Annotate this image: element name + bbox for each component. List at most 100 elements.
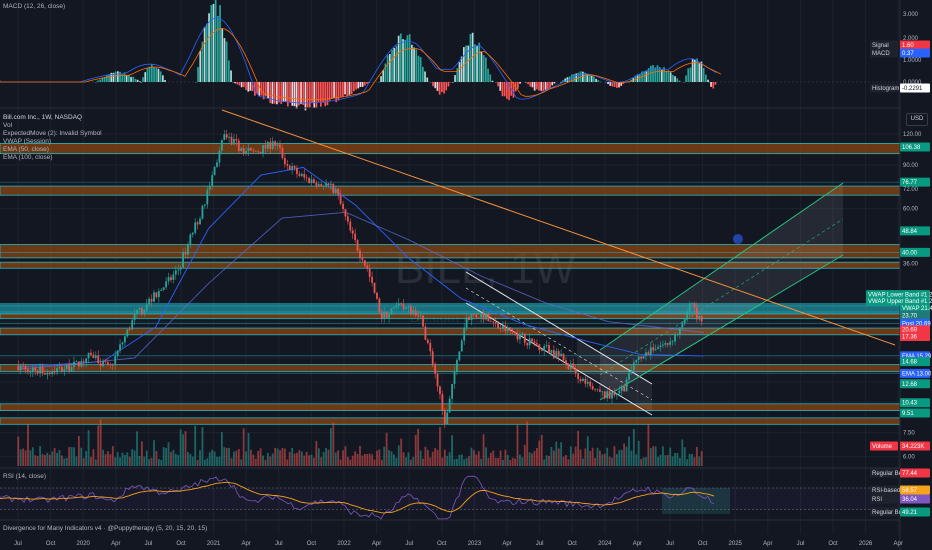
volume-bar: [53, 447, 56, 466]
volume-bar: [385, 432, 388, 466]
candle-body: [662, 344, 664, 346]
indicator-legend-3[interactable]: VWAP (Session): [3, 138, 51, 146]
volume-bar: [34, 455, 37, 466]
volume-bar: [191, 456, 194, 466]
candle-body: [574, 368, 577, 374]
candle-body: [361, 257, 364, 261]
volume-bar: [308, 455, 310, 466]
candle-body: [288, 165, 291, 170]
sr-zone[interactable]: [0, 185, 901, 196]
candle-body: [615, 393, 618, 396]
histogram-bar: [495, 82, 497, 83]
volume-bar: [477, 451, 480, 466]
candle-body: [647, 352, 650, 355]
candle-body: [174, 270, 177, 275]
candle-body: [640, 356, 643, 359]
currency-button[interactable]: USD: [906, 113, 928, 126]
candle-body: [351, 230, 354, 234]
indicator-legend-5[interactable]: EMA (100, close): [3, 154, 53, 162]
volume-bar: [184, 431, 187, 466]
candle-body: [451, 383, 453, 399]
candle-body: [463, 327, 466, 341]
candle-body: [206, 189, 209, 205]
candle-body: [29, 371, 32, 373]
candle-body: [119, 344, 121, 351]
candle-body: [208, 186, 211, 190]
histogram-bar: [485, 57, 487, 82]
volume-bar: [77, 436, 80, 466]
volume-bar: [216, 456, 218, 466]
volume-bar: [662, 446, 664, 466]
candle-body: [606, 391, 609, 399]
candle-body: [179, 267, 182, 270]
candle-body: [538, 344, 541, 351]
volume-bar: [332, 422, 335, 466]
volume-bar: [36, 455, 39, 466]
candle-body: [695, 307, 698, 320]
volume-bar: [637, 440, 640, 466]
histogram-bar: [538, 82, 540, 91]
volume-bar: [468, 456, 470, 466]
sr-zone[interactable]: [0, 142, 901, 155]
volume-bar: [24, 450, 27, 466]
sr-zone[interactable]: [0, 327, 901, 336]
volume-bar: [92, 449, 95, 466]
candle-body: [293, 166, 296, 168]
value-tag-text: 106.38: [902, 145, 921, 151]
histogram-bar: [533, 82, 536, 91]
volume-bar: [652, 446, 655, 466]
volume-bar: [305, 452, 308, 466]
volume-bar: [436, 449, 439, 466]
time-axis-label: Oct: [437, 541, 447, 547]
time-axis-label: Jul: [14, 541, 22, 547]
volume-bar: [339, 459, 342, 466]
vwap-band[interactable]: [0, 302, 900, 315]
volume-bar: [206, 458, 209, 466]
histogram-bar: [249, 82, 252, 91]
histogram-bar: [389, 53, 391, 82]
rsi-legend[interactable]: RSI (14, close): [3, 473, 46, 481]
candle-body: [191, 232, 194, 235]
candle-body: [669, 341, 672, 345]
candle-body: [75, 361, 78, 362]
value-tag-text: Signal: [872, 43, 889, 49]
volume-bar: [565, 455, 567, 466]
indicator-legend-1[interactable]: Vol: [3, 122, 12, 130]
chart-canvas[interactable]: BILL, 1W Bill.com Inc. 3.0002.0001.00000…: [0, 0, 932, 550]
histogram-bar: [400, 33, 402, 82]
histogram-bar: [531, 82, 534, 88]
volume-bar: [460, 454, 463, 466]
volume-bar: [603, 453, 606, 466]
candle-body: [630, 369, 633, 373]
time-axis-label: Apr: [372, 541, 381, 547]
sr-zone[interactable]: [0, 364, 901, 373]
indicator-legend-2[interactable]: ExpectedMove (2): Invalid Symbol: [3, 130, 102, 138]
symbol-legend[interactable]: Bill.com Inc., 1W, NASDAQ: [3, 114, 82, 122]
macd-legend[interactable]: MACD (12, 26, close): [3, 3, 65, 11]
volume-bar: [138, 455, 141, 466]
candle-body: [240, 148, 243, 152]
histogram-bar: [553, 82, 556, 84]
candle-body: [111, 364, 114, 366]
candle-body: [252, 150, 255, 152]
histogram-bar: [436, 82, 439, 91]
histogram-bar: [238, 82, 241, 86]
histogram-bar: [652, 65, 654, 82]
volume-bar: [68, 447, 71, 466]
volume-bar: [337, 450, 340, 466]
candle-body: [250, 148, 252, 151]
candle-body: [376, 292, 378, 299]
histogram-bar: [271, 82, 274, 104]
indicator-legend-4[interactable]: EMA (50, close): [3, 146, 49, 154]
histogram-bar: [302, 82, 305, 105]
volume-bar: [383, 446, 386, 466]
volume-bar: [414, 434, 417, 466]
candle-body: [225, 134, 228, 138]
candle-body: [596, 389, 599, 391]
volume-bar: [550, 447, 553, 466]
histogram-bar: [382, 70, 385, 82]
volume-bar: [686, 459, 689, 466]
volume-bar: [506, 454, 509, 466]
sr-zone[interactable]: [0, 417, 901, 425]
histogram-bar: [406, 35, 409, 82]
